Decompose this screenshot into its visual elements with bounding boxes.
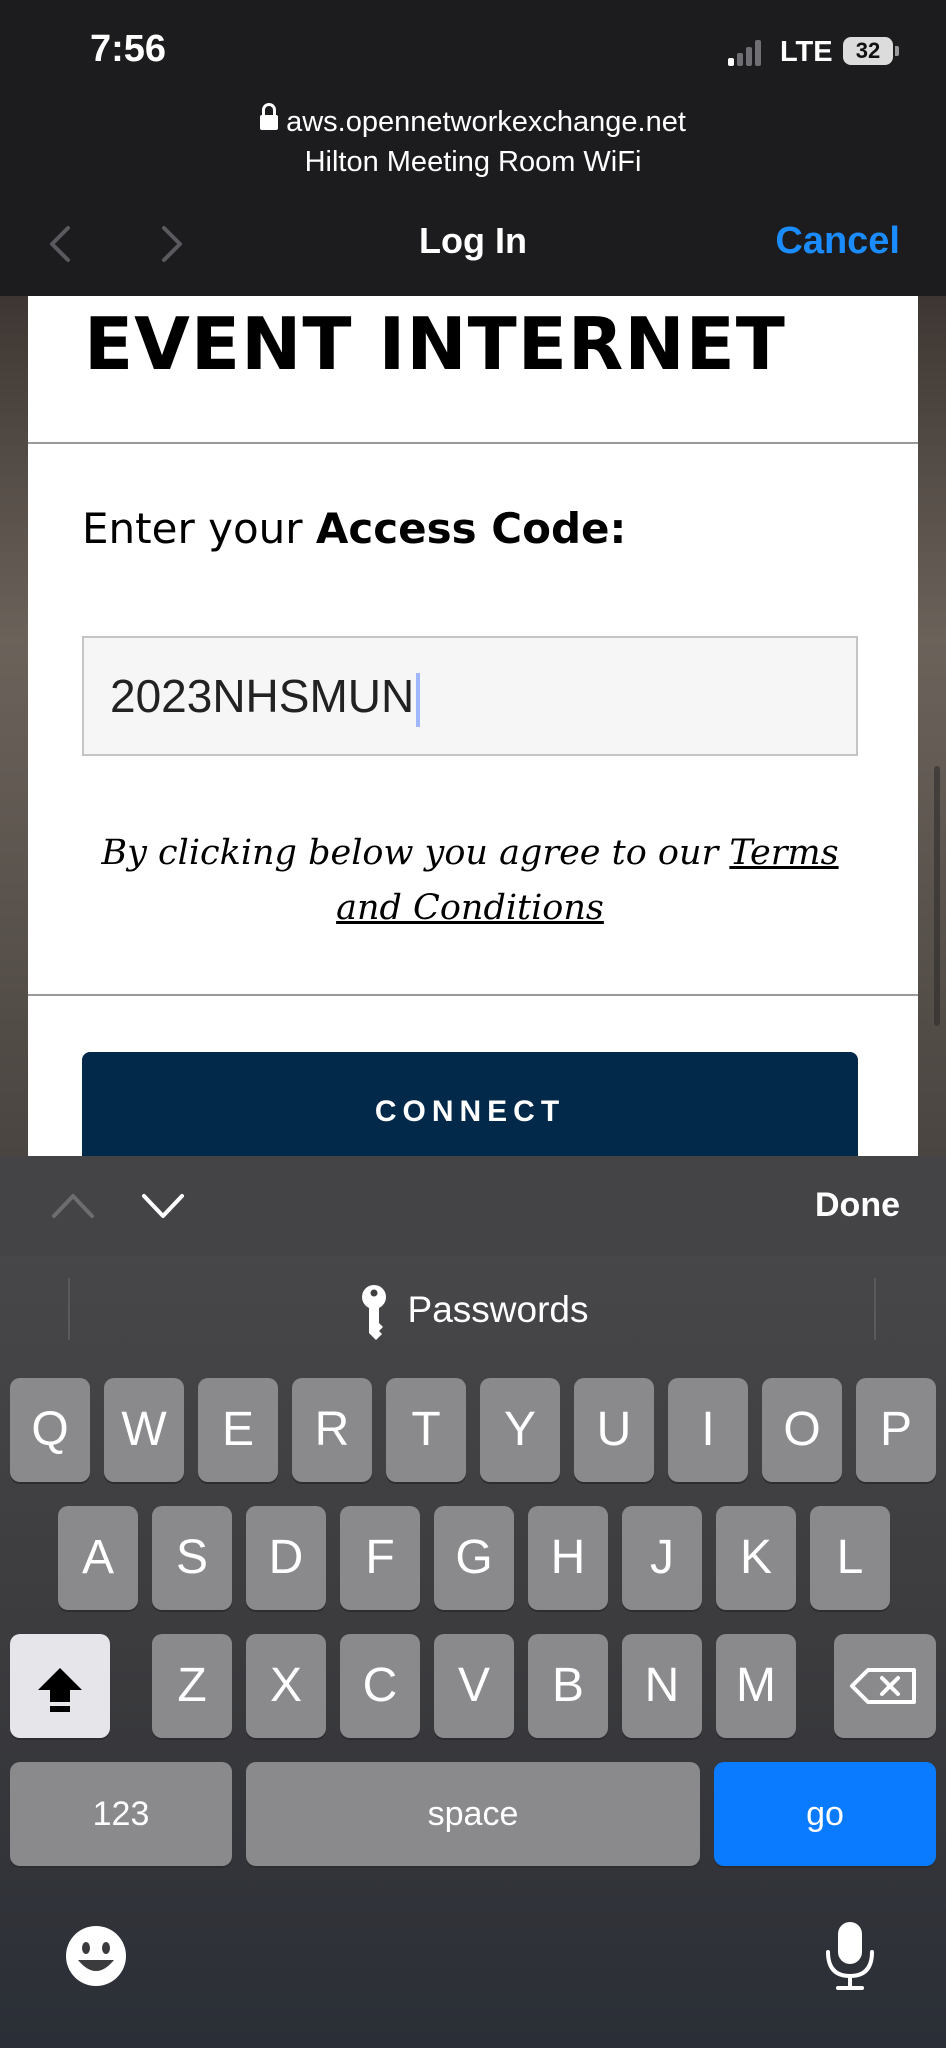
battery-icon: 32 xyxy=(843,37,893,65)
key-m[interactable]: M xyxy=(716,1634,796,1738)
divider xyxy=(28,994,918,996)
prompt-text: Enter your xyxy=(82,504,316,553)
key-t[interactable]: T xyxy=(386,1378,466,1482)
key-b[interactable]: B xyxy=(528,1634,608,1738)
shift-icon xyxy=(38,1668,82,1712)
shift-key[interactable] xyxy=(10,1634,110,1738)
clock: 7:56 xyxy=(90,28,167,70)
previous-field-icon[interactable] xyxy=(48,1182,98,1232)
passwords-suggestion[interactable]: Passwords xyxy=(0,1280,946,1341)
lock-icon xyxy=(260,103,279,133)
key-h[interactable]: H xyxy=(528,1506,608,1610)
key-y[interactable]: Y xyxy=(480,1378,560,1482)
key-q[interactable]: Q xyxy=(10,1378,90,1482)
web-content: EVENT INTERNET Enter your Access Code: 2… xyxy=(0,296,946,1156)
key-g[interactable]: G xyxy=(434,1506,514,1610)
scrollbar[interactable] xyxy=(934,766,940,1026)
access-code-prompt: Enter your Access Code: xyxy=(82,504,626,553)
done-button[interactable]: Done xyxy=(815,1186,900,1225)
key-f[interactable]: F xyxy=(340,1506,420,1610)
terms-notice: By clicking below you agree to our Terms… xyxy=(82,826,858,936)
login-card: EVENT INTERNET Enter your Access Code: 2… xyxy=(28,296,918,1156)
access-code-value: 2023NHSMUN xyxy=(110,670,415,722)
key-a[interactable]: A xyxy=(58,1506,138,1610)
key-k[interactable]: K xyxy=(716,1506,796,1610)
network-type: LTE xyxy=(780,36,833,68)
status-bar: 7:56 LTE 32 xyxy=(0,0,946,100)
separator xyxy=(874,1278,876,1340)
key-r[interactable]: R xyxy=(292,1378,372,1482)
key-v[interactable]: V xyxy=(434,1634,514,1738)
passwords-label: Passwords xyxy=(407,1289,589,1330)
backspace-icon xyxy=(850,1668,916,1704)
connect-button[interactable]: CONNECT xyxy=(82,1052,858,1156)
key-p[interactable]: P xyxy=(856,1378,936,1482)
cancel-button[interactable]: Cancel xyxy=(775,220,900,263)
key-d[interactable]: D xyxy=(246,1506,326,1610)
microphone-icon[interactable] xyxy=(820,1920,880,1992)
key-e[interactable]: E xyxy=(198,1378,278,1482)
navigation-bar: Log In Cancel xyxy=(0,192,946,296)
url-text: aws.opennetworkexchange.net xyxy=(286,106,686,138)
text-caret xyxy=(416,672,421,727)
keyboard-toolbar: Done xyxy=(0,1156,946,1256)
emoji-icon[interactable] xyxy=(64,1924,128,1988)
key-l[interactable]: L xyxy=(810,1506,890,1610)
key-j[interactable]: J xyxy=(622,1506,702,1610)
key-o[interactable]: O xyxy=(762,1378,842,1482)
go-key[interactable]: go xyxy=(714,1762,936,1866)
page-title: EVENT INTERNET xyxy=(84,302,786,386)
divider xyxy=(28,442,918,444)
battery-tip xyxy=(895,46,899,56)
key-z[interactable]: Z xyxy=(152,1634,232,1738)
access-code-input[interactable]: 2023NHSMUN xyxy=(82,636,858,756)
key-icon xyxy=(361,1285,386,1341)
key-u[interactable]: U xyxy=(574,1378,654,1482)
terms-text: By clicking below you agree to our xyxy=(101,833,730,873)
key-w[interactable]: W xyxy=(104,1378,184,1482)
address-bar: aws.opennetworkexchange.net Hilton Meeti… xyxy=(0,100,946,192)
keyboard: Done Passwords Q W E R T Y U I O P A S D… xyxy=(0,1156,946,2048)
prompt-bold-text: Access Code: xyxy=(315,504,627,553)
backspace-key[interactable] xyxy=(834,1634,936,1738)
key-s[interactable]: S xyxy=(152,1506,232,1610)
key-n[interactable]: N xyxy=(622,1634,702,1738)
key-c[interactable]: C xyxy=(340,1634,420,1738)
signal-icon xyxy=(728,38,766,66)
network-name: Hilton Meeting Room WiFi xyxy=(304,146,642,178)
suggestion-bar: Passwords xyxy=(0,1256,946,1374)
key-i[interactable]: I xyxy=(668,1378,748,1482)
space-key[interactable]: space xyxy=(246,1762,700,1866)
key-x[interactable]: X xyxy=(246,1634,326,1738)
numbers-key[interactable]: 123 xyxy=(10,1762,232,1866)
next-field-icon[interactable] xyxy=(138,1182,188,1232)
